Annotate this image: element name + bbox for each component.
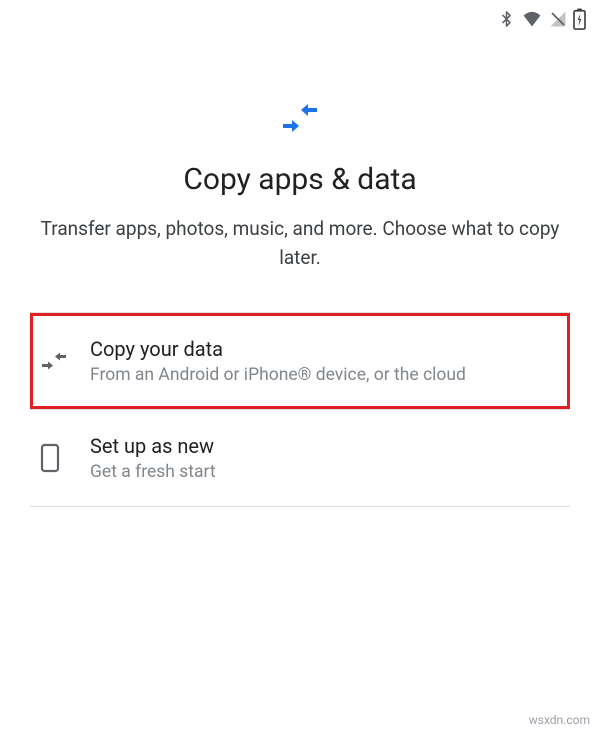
transfer-arrows-icon <box>277 98 323 142</box>
hero-section: Copy apps & data Transfer apps, photos, … <box>0 98 600 312</box>
option-title: Set up as new <box>90 434 560 458</box>
option-text: Set up as new Get a fresh start <box>90 434 560 482</box>
watermark: wsxdn.com <box>529 713 590 727</box>
option-title: Copy your data <box>90 337 560 361</box>
signal-icon <box>549 9 567 29</box>
divider <box>30 506 570 507</box>
wifi-icon <box>521 9 543 29</box>
options-list: Copy your data From an Android or iPhone… <box>0 312 600 507</box>
phone-outline-icon <box>40 443 90 473</box>
option-set-up-as-new[interactable]: Set up as new Get a fresh start <box>30 410 570 506</box>
battery-charging-icon <box>573 8 586 30</box>
option-description: Get a fresh start <box>90 462 560 482</box>
bluetooth-icon <box>498 9 515 29</box>
transfer-small-icon <box>40 349 90 373</box>
option-description: From an Android or iPhone® device, or th… <box>90 365 560 385</box>
page-subtitle: Transfer apps, photos, music, and more. … <box>30 215 570 272</box>
option-copy-your-data[interactable]: Copy your data From an Android or iPhone… <box>30 313 570 409</box>
page-title: Copy apps & data <box>183 162 416 197</box>
option-text: Copy your data From an Android or iPhone… <box>90 337 560 385</box>
status-bar <box>0 0 600 38</box>
